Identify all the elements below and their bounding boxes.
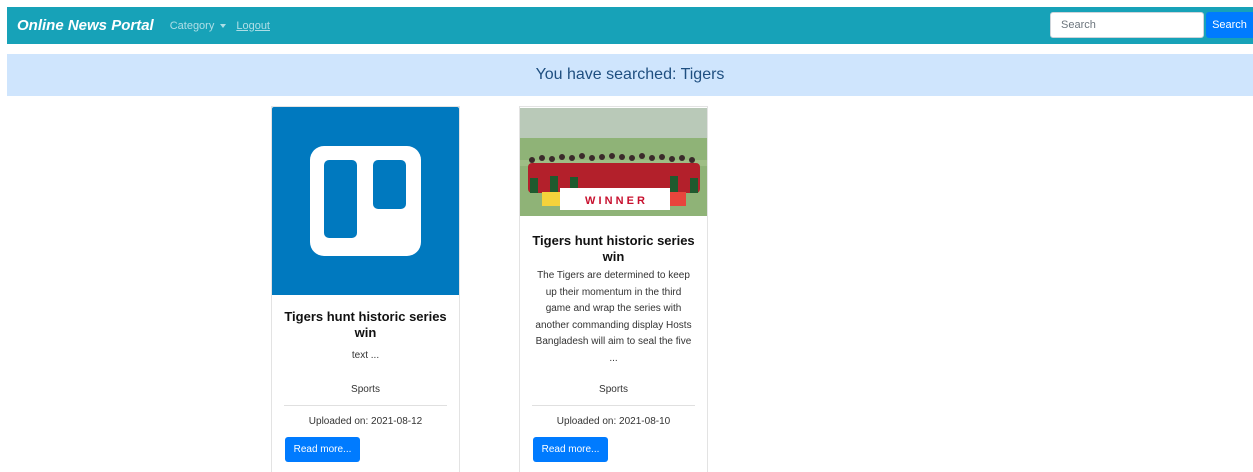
news-card: W I N N E R Tigers hunt historic series … [519, 106, 708, 472]
card-text: text ... [351, 350, 380, 361]
card-upload-date: Uploaded on: 2021-08-10 [556, 416, 671, 427]
card-category: Sports [351, 384, 380, 395]
search-button[interactable]: Search [1206, 12, 1253, 38]
read-more-button[interactable]: Read more... [533, 437, 608, 462]
card-category: Sports [599, 384, 628, 395]
card-upload-date: Uploaded on: 2021-08-12 [308, 416, 423, 427]
category-dropdown[interactable]: Category [170, 20, 227, 32]
cricket-team-photo: W I N N E R [520, 108, 707, 216]
category-label: Category [169, 19, 215, 32]
trello-logo-svg [310, 146, 421, 256]
caret-down-icon [220, 23, 227, 28]
news-card: Tigers hunt historic series win text ...… [271, 106, 460, 472]
brand-logo[interactable]: Online News Portal [17, 17, 154, 34]
card-title[interactable]: Tigers hunt historic series win [528, 233, 699, 265]
winner-sign-text: W I N N E R [585, 195, 645, 207]
read-more-button[interactable]: Read more... [285, 437, 360, 462]
search-result-text: You have searched: Tigers [535, 66, 725, 83]
team-photo-svg: W I N N E R [520, 108, 707, 216]
search-result-banner: You have searched: Tigers [7, 54, 1253, 96]
card-title[interactable]: Tigers hunt historic series win [280, 309, 451, 341]
card-text: The Tigers are determined to keep up the… [535, 270, 692, 364]
trello-logo-icon [272, 107, 459, 295]
card-divider [284, 405, 447, 406]
card-divider [532, 405, 695, 406]
search-input[interactable] [1050, 12, 1204, 38]
logout-link[interactable]: Logout [236, 20, 270, 32]
top-navbar: Online News Portal Category Logout Searc… [7, 7, 1253, 44]
